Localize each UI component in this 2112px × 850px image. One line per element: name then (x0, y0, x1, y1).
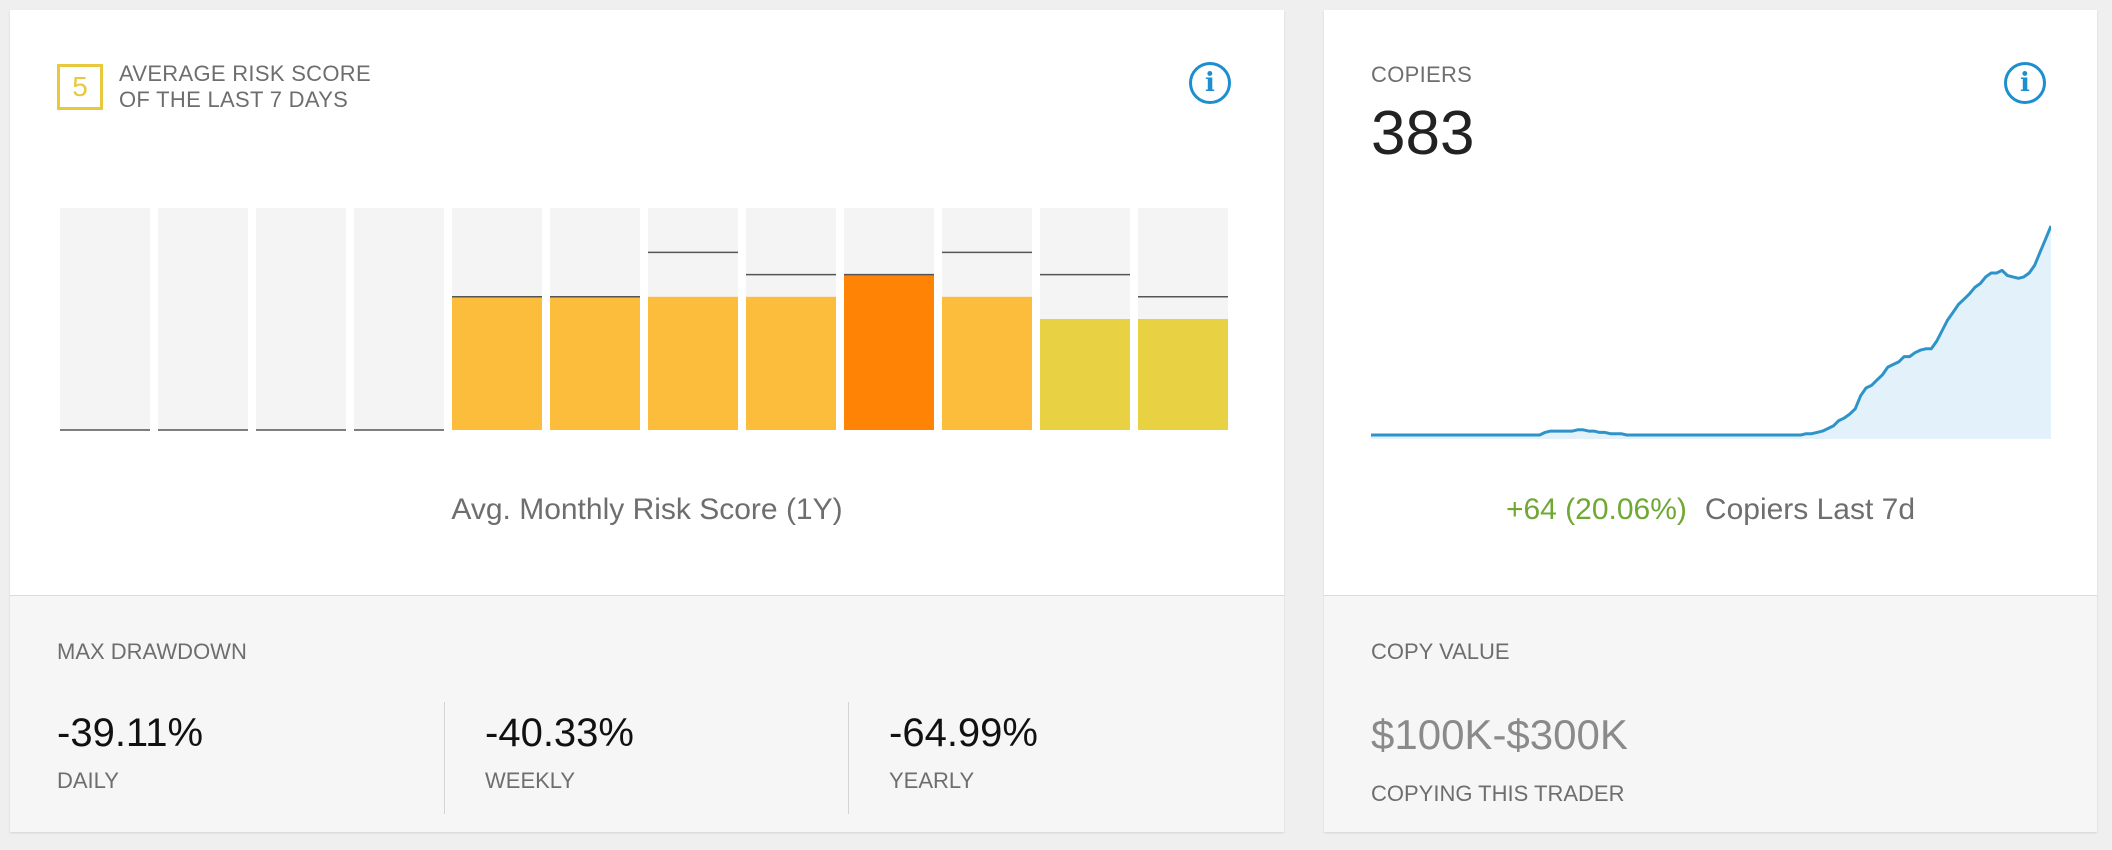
risk-title-line2: OF THE LAST 7 DAYS (119, 87, 349, 112)
risk-bar-track (256, 208, 346, 430)
copiers-card: COPIERS 383 i +64 (20.06%) Copiers Last 7… (1324, 10, 2097, 832)
risk-bar-track (158, 208, 248, 430)
risk-bar-track (354, 208, 444, 430)
risk-bar[interactable] (1040, 319, 1130, 430)
risk-bar[interactable] (844, 274, 934, 430)
risk-score-card: 5 AVERAGE RISK SCORE OF THE LAST 7 DAYS … (10, 10, 1284, 832)
drawdown-yearly-value: -64.99% (889, 711, 1038, 755)
risk-score-badge: 5 (57, 64, 103, 110)
divider (444, 702, 445, 814)
drawdown-yearly-label: YEARLY (889, 768, 975, 793)
risk-bar[interactable] (942, 296, 1032, 430)
copiers-area-fill (1371, 226, 2051, 439)
copy-value-panel: COPY VALUE $100K-$300K COPYING THIS TRAD… (1324, 595, 2097, 832)
risk-chart-caption: Avg. Monthly Risk Score (1Y) (451, 493, 843, 526)
risk-bar[interactable] (452, 296, 542, 430)
drawdown-weekly: -40.33% WEEKLY (485, 711, 634, 794)
drawdown-daily-value: -39.11% (57, 711, 204, 755)
risk-bar[interactable] (648, 296, 738, 430)
divider (848, 702, 849, 814)
risk-bar[interactable] (1138, 319, 1228, 430)
copiers-area-chart (1371, 225, 2051, 439)
risk-bar-track (60, 208, 150, 430)
drawdown-daily: -39.11% DAILY (57, 711, 203, 794)
info-icon[interactable]: i (1189, 62, 1231, 104)
drawdown-yearly: -64.99% YEARLY (889, 711, 1038, 794)
max-drawdown-label: MAX DRAWDOWN (57, 639, 247, 664)
copiers-caption-text: Copiers Last 7d (1704, 493, 1916, 526)
copy-value-label: COPY VALUE (1371, 639, 1510, 664)
copy-value-amount: $100K-$300K (1371, 711, 1628, 758)
drawdown-weekly-value: -40.33% (485, 711, 634, 755)
copiers-label: COPIERS (1371, 62, 1473, 87)
copiers-chart-caption: +64 (20.06%) Copiers Last 7d (1324, 493, 2097, 527)
risk-title-line1: AVERAGE RISK SCORE (119, 61, 371, 86)
drawdown-daily-label: DAILY (57, 768, 119, 793)
copiers-change: +64 (20.06%) (1505, 493, 1687, 526)
copy-value-sub: COPYING THIS TRADER (1371, 781, 1625, 806)
max-drawdown-panel: MAX DRAWDOWN -39.11% DAILY -40.33% WEEKL… (10, 595, 1284, 832)
risk-bar[interactable] (550, 296, 640, 430)
drawdown-weekly-label: WEEKLY (485, 768, 576, 793)
info-icon[interactable]: i (2004, 62, 2046, 104)
risk-bar[interactable] (746, 296, 836, 430)
risk-bar-chart (60, 208, 1228, 431)
copiers-count: 383 (1371, 99, 1475, 168)
